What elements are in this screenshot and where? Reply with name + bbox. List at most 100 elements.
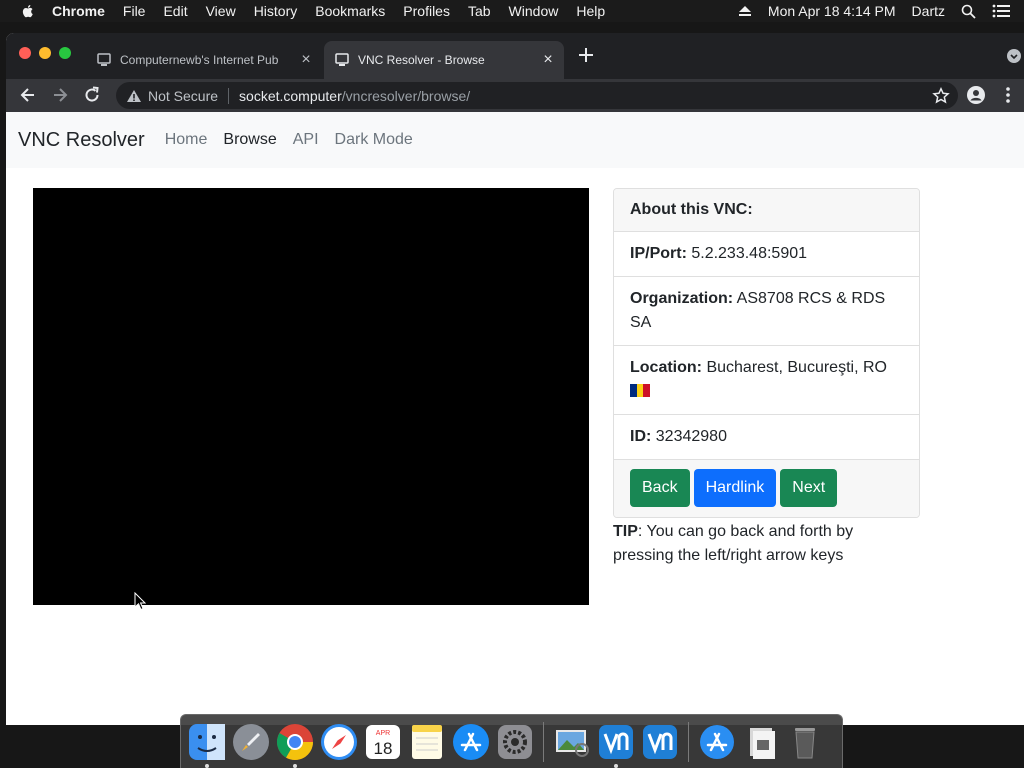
id-value: 32342980	[655, 428, 727, 445]
menu-edit[interactable]: Edit	[163, 3, 187, 19]
menu-file[interactable]: File	[123, 3, 146, 19]
macos-menu-bar: Chrome File Edit View History Bookmarks …	[0, 0, 1024, 22]
back-arrow-icon[interactable]	[18, 85, 38, 105]
id-label: ID:	[630, 428, 652, 445]
ip-port-row: IP/Port: 5.2.233.48:5901	[614, 232, 919, 277]
minimize-window-button[interactable]	[39, 47, 51, 59]
nav-dark-mode[interactable]: Dark Mode	[327, 131, 421, 149]
address-bar[interactable]: Not Secure socket.computer /vncresolver/…	[116, 82, 958, 109]
dock-app-store[interactable]	[451, 722, 491, 762]
menu-view[interactable]: View	[206, 3, 236, 19]
trash-icon	[795, 727, 815, 758]
computer-favicon-icon	[335, 53, 349, 66]
tip-text: : You can go back and forth by pressing …	[613, 523, 854, 564]
dock-calendar[interactable]: APR 18	[363, 722, 403, 762]
romania-flag-icon	[630, 384, 650, 397]
zoom-window-button[interactable]	[59, 47, 71, 59]
close-tab-icon[interactable]: ×	[294, 51, 318, 69]
dock-trash[interactable]	[785, 722, 825, 762]
close-window-button[interactable]	[19, 47, 31, 59]
chrome-icon	[276, 723, 313, 760]
finder-icon	[189, 723, 225, 760]
app-store-icon	[700, 724, 734, 759]
running-indicator	[205, 763, 209, 768]
safari-compass-icon	[321, 723, 357, 760]
reload-icon[interactable]	[82, 85, 102, 105]
dock-system-preferences[interactable]	[495, 722, 535, 762]
menu-history[interactable]: History	[254, 3, 298, 19]
nav-api[interactable]: API	[285, 131, 327, 149]
forward-arrow-icon[interactable]	[50, 85, 70, 105]
menu-profiles[interactable]: Profiles	[403, 3, 450, 19]
next-button[interactable]: Next	[780, 469, 838, 507]
site-brand[interactable]: VNC Resolver	[18, 129, 145, 152]
dock-notes[interactable]	[407, 722, 447, 762]
eject-icon[interactable]	[738, 5, 752, 17]
tip-label: TIP	[613, 523, 638, 540]
tab-computernewb[interactable]: Computernewb's Internet Pub ×	[86, 41, 322, 79]
svg-text:18: 18	[374, 739, 393, 758]
security-status-label[interactable]: Not Secure	[148, 88, 218, 104]
url-host: socket.computer	[239, 87, 342, 104]
gear-icon	[498, 724, 532, 759]
menu-app-chrome[interactable]: Chrome	[52, 3, 105, 19]
nav-home[interactable]: Home	[157, 131, 216, 149]
spotlight-search-icon[interactable]	[961, 4, 976, 19]
dock-safari[interactable]	[319, 722, 359, 762]
dock-vnc-viewer[interactable]	[596, 722, 636, 768]
svg-text:APR: APR	[376, 730, 390, 737]
browser-window: Computernewb's Internet Pub × VNC Resolv…	[6, 33, 1024, 725]
web-page: VNC Resolver Home Browse API Dark Mode A…	[6, 112, 1024, 725]
running-indicator	[614, 763, 618, 768]
warning-triangle-icon[interactable]	[126, 89, 142, 103]
menu-bookmarks[interactable]: Bookmarks	[315, 3, 385, 19]
tab-title: VNC Resolver - Browse	[358, 53, 485, 67]
dock-chrome[interactable]	[275, 722, 315, 768]
vnc-info-card: About this VNC: IP/Port: 5.2.233.48:5901…	[613, 188, 920, 518]
new-tab-plus-icon[interactable]	[576, 45, 596, 65]
notes-icon	[412, 724, 442, 759]
ip-port-label: IP/Port:	[630, 245, 687, 262]
dock-vnc-viewer-2[interactable]	[640, 722, 680, 762]
running-indicator	[293, 763, 297, 768]
close-tab-icon[interactable]: ×	[536, 51, 560, 69]
bookmark-star-icon[interactable]	[932, 87, 950, 105]
menu-help[interactable]: Help	[576, 3, 605, 19]
menubar-user[interactable]: Dartz	[912, 3, 945, 19]
id-row: ID: 32342980	[614, 415, 919, 460]
dock-launchpad[interactable]	[231, 722, 271, 762]
menubar-clock[interactable]: Mon Apr 18 4:14 PM	[768, 3, 896, 19]
launchpad-rocket-icon	[233, 723, 269, 760]
preview-photos-icon	[556, 729, 589, 757]
hardlink-button[interactable]: Hardlink	[693, 469, 777, 507]
location-value: Bucharest, Bucureşti, RO	[706, 359, 887, 376]
browser-menu-icon[interactable]	[998, 85, 1018, 105]
tab-search-chevron-icon[interactable]	[1007, 49, 1021, 63]
apple-menu-icon[interactable]	[20, 3, 36, 19]
dock-finder[interactable]	[187, 722, 227, 768]
card-header: About this VNC:	[614, 189, 919, 232]
location-row: Location: Bucharest, Bucureşti, RO	[614, 346, 919, 415]
app-store-icon	[453, 723, 489, 760]
browser-toolbar: Not Secure socket.computer /vncresolver/…	[6, 79, 1024, 112]
nav-browse[interactable]: Browse	[215, 131, 284, 149]
tab-vnc-resolver[interactable]: VNC Resolver - Browse ×	[324, 41, 564, 79]
ip-port-value: 5.2.233.48:5901	[691, 245, 808, 262]
notification-center-icon[interactable]	[992, 4, 1010, 18]
macos-dock: APR 18	[180, 714, 843, 768]
calendar-icon: APR 18	[366, 724, 400, 759]
dock-documents-stack[interactable]	[741, 722, 781, 762]
back-button[interactable]: Back	[630, 469, 690, 507]
navigation-tip: TIP: You can go back and forth by pressi…	[613, 520, 913, 568]
vnc-viewer-icon	[643, 724, 677, 759]
card-actions: Back Hardlink Next	[614, 460, 919, 517]
omnibox-separator	[228, 87, 230, 104]
location-label: Location:	[630, 359, 702, 376]
dock-preview[interactable]	[552, 722, 592, 762]
menu-window[interactable]: Window	[509, 3, 559, 19]
menu-tab[interactable]: Tab	[468, 3, 491, 19]
dock-app-store-downloads[interactable]	[697, 722, 737, 762]
document-stack-icon	[750, 727, 775, 759]
profile-avatar-icon[interactable]	[966, 85, 986, 105]
tab-title: Computernewb's Internet Pub	[120, 53, 279, 67]
